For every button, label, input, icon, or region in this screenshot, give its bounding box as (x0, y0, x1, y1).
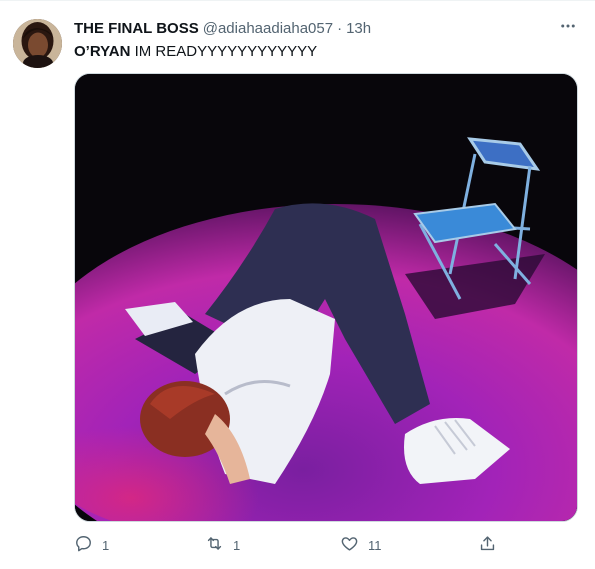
like-button[interactable]: 11 (340, 532, 382, 558)
tweet[interactable]: THE FINAL BOSS @adiahaadiaha057 · 13h O’… (0, 0, 595, 569)
reply-button[interactable]: 1 (74, 532, 109, 558)
user-handle[interactable]: @adiahaadiaha057 (203, 20, 333, 37)
retweet-button[interactable]: 1 (205, 532, 240, 558)
more-horizontal-icon (559, 17, 577, 40)
tweet-actions: 1 1 11 (74, 532, 504, 558)
tweet-media-image[interactable] (74, 73, 578, 522)
display-name[interactable]: THE FINAL BOSS (74, 20, 199, 37)
retweet-count: 1 (233, 537, 241, 553)
tweet-header: THE FINAL BOSS @adiahaadiaha057 · 13h (74, 18, 575, 38)
retweet-icon (205, 534, 224, 556)
share-button[interactable] (478, 532, 497, 558)
reply-icon (74, 534, 93, 556)
more-button[interactable] (557, 17, 579, 39)
reply-count: 1 (102, 537, 110, 553)
like-count: 11 (368, 537, 382, 553)
media-illustration (75, 74, 577, 521)
avatar[interactable] (13, 19, 62, 68)
share-icon (478, 534, 497, 556)
heart-icon (340, 534, 359, 556)
tweet-text: O’RYAN IM READYYYYYYYYYYYY (74, 42, 317, 62)
separator-dot: · (337, 19, 343, 37)
mention-text: O’RYAN (74, 43, 131, 60)
timestamp[interactable]: 13h (346, 20, 371, 37)
tweet-body-text: IM READYYYYYYYYYYYY (130, 43, 318, 60)
